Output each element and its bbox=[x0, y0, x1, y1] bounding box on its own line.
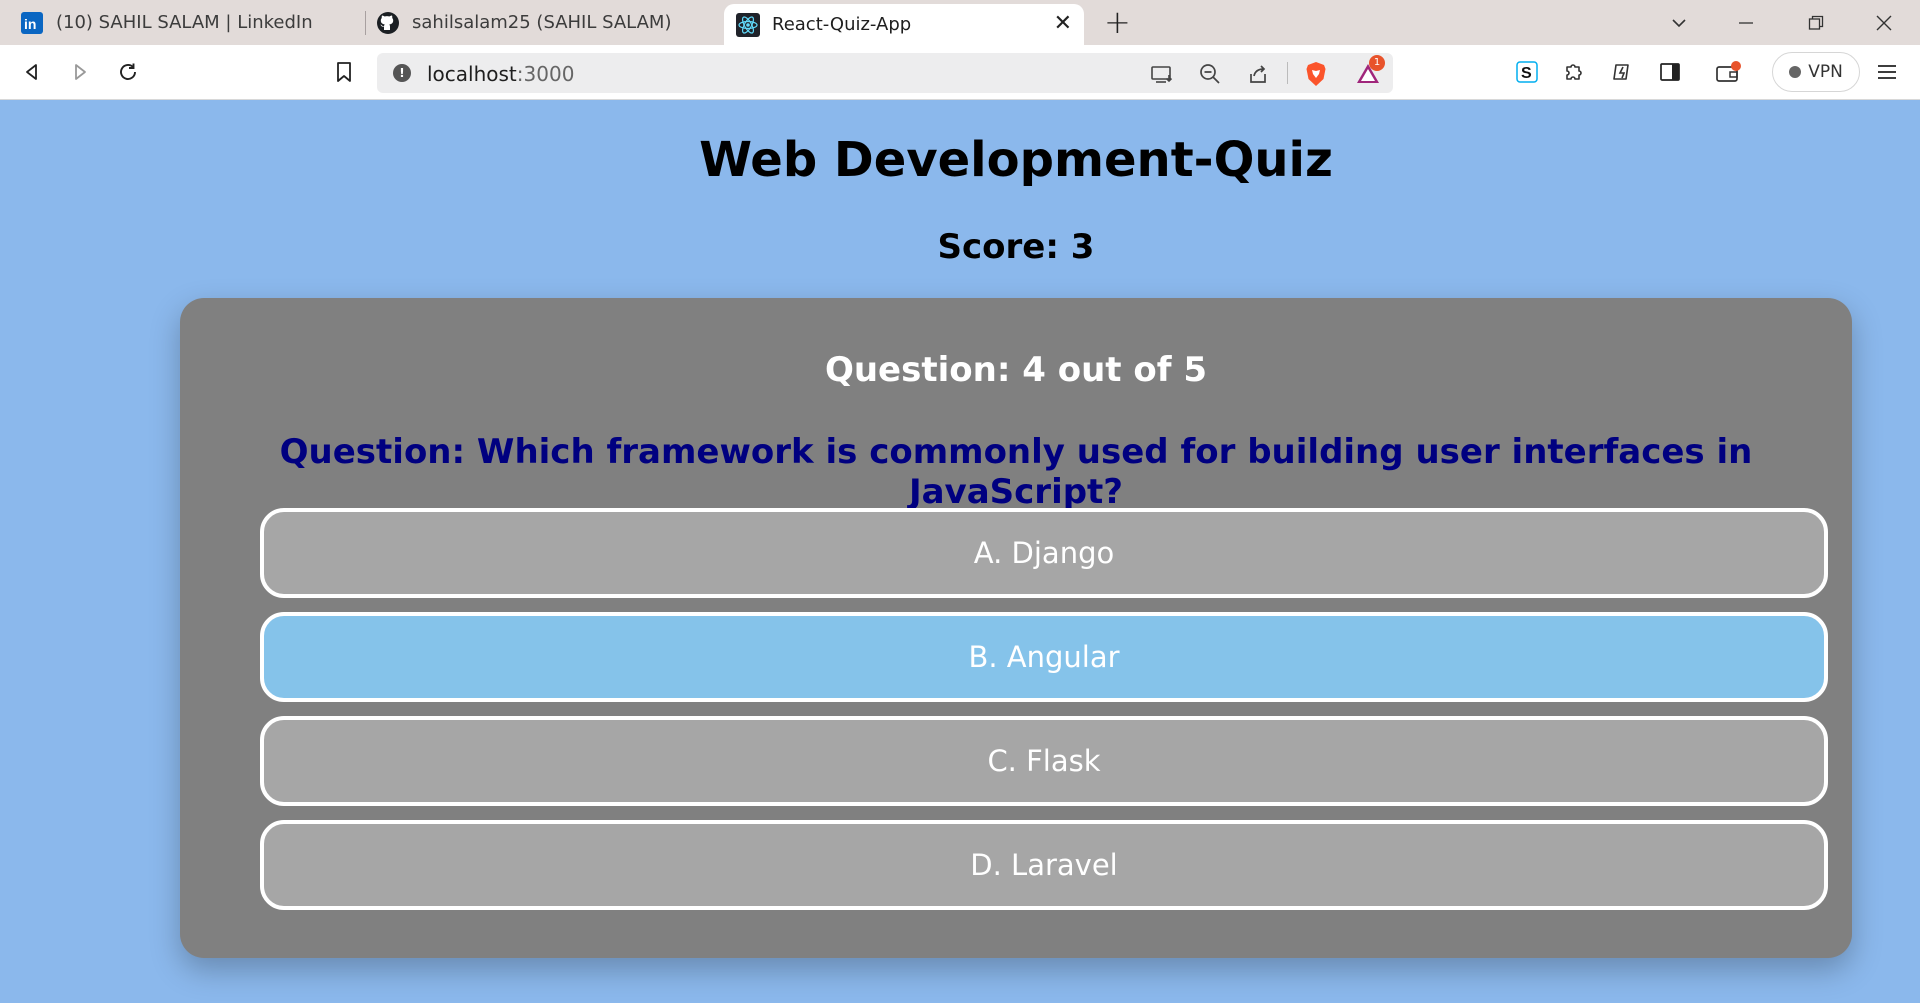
tab-linkedin[interactable]: in (10) SAHIL SALAM | LinkedIn bbox=[20, 0, 365, 45]
sidebar-toggle-icon[interactable] bbox=[1654, 56, 1686, 88]
address-bar[interactable]: ! localhost:3000 1 bbox=[377, 53, 1393, 93]
install-app-icon[interactable] bbox=[1149, 61, 1175, 87]
github-icon bbox=[376, 11, 400, 35]
page-title: Web Development-Quiz bbox=[699, 132, 1333, 188]
option-a-button[interactable]: A. Django bbox=[260, 508, 1828, 598]
browser-tab-strip: in (10) SAHIL SALAM | LinkedIn sahilsala… bbox=[0, 0, 1920, 45]
address-bar-divider bbox=[1287, 62, 1288, 84]
svg-text:S: S bbox=[1521, 65, 1532, 82]
back-icon[interactable] bbox=[16, 56, 48, 88]
url-text: localhost:3000 bbox=[427, 62, 574, 86]
browser-toolbar: ! localhost:3000 1 S VPN bbox=[0, 45, 1920, 100]
minimize-icon[interactable] bbox=[1716, 0, 1776, 45]
new-tab-icon[interactable]: + bbox=[1104, 6, 1131, 38]
tab-react-quiz-app[interactable]: React-Quiz-App ✕ bbox=[724, 4, 1084, 45]
option-d-button[interactable]: D. Laravel bbox=[260, 820, 1828, 910]
tab-search-chevron-icon[interactable] bbox=[1649, 0, 1709, 45]
zoom-out-icon[interactable] bbox=[1197, 61, 1223, 87]
share-icon[interactable] bbox=[1245, 61, 1271, 87]
forward-icon[interactable] bbox=[64, 56, 96, 88]
option-b-button[interactable]: B. Angular bbox=[260, 612, 1828, 702]
url-port: :3000 bbox=[516, 62, 575, 86]
tab-github[interactable]: sahilsalam25 (SAHIL SALAM) bbox=[376, 0, 716, 45]
tab-label: React-Quiz-App bbox=[772, 14, 912, 35]
close-window-icon[interactable] bbox=[1854, 0, 1914, 45]
tab-label: sahilsalam25 (SAHIL SALAM) bbox=[412, 12, 672, 33]
vpn-status-icon bbox=[1789, 66, 1802, 78]
site-info-icon[interactable]: ! bbox=[393, 64, 411, 82]
react-icon bbox=[736, 12, 760, 37]
brave-rewards-icon[interactable]: 1 bbox=[1355, 55, 1385, 87]
reload-icon[interactable] bbox=[112, 56, 144, 88]
vpn-button[interactable]: VPN bbox=[1772, 52, 1860, 92]
url-host: localhost bbox=[427, 62, 517, 86]
bookmark-icon[interactable] bbox=[328, 56, 360, 88]
linkedin-icon: in bbox=[20, 11, 44, 35]
vpn-label: VPN bbox=[1808, 62, 1843, 82]
extension-s-icon[interactable]: S bbox=[1511, 56, 1543, 88]
menu-icon[interactable] bbox=[1871, 56, 1903, 88]
close-tab-icon[interactable]: ✕ bbox=[1054, 12, 1072, 36]
extensions-puzzle-icon[interactable] bbox=[1558, 56, 1590, 88]
speedreader-icon[interactable] bbox=[1606, 56, 1638, 88]
brave-shields-icon[interactable] bbox=[1303, 61, 1329, 87]
option-c-button[interactable]: C. Flask bbox=[260, 716, 1828, 806]
wallet-icon[interactable] bbox=[1712, 56, 1744, 88]
notification-badge: 1 bbox=[1369, 55, 1385, 71]
tab-label: (10) SAHIL SALAM | LinkedIn bbox=[56, 12, 313, 33]
question-counter: Question: 4 out of 5 bbox=[824, 350, 1208, 390]
restore-icon[interactable] bbox=[1786, 0, 1846, 45]
svg-text:in: in bbox=[24, 16, 36, 32]
question-card: Question: 4 out of 5 Question: Which fra… bbox=[180, 298, 1852, 958]
tab-separator bbox=[365, 11, 366, 35]
question-text: Question: Which framework is commonly us… bbox=[279, 432, 1753, 512]
score-display: Score: 3 bbox=[937, 227, 1095, 267]
